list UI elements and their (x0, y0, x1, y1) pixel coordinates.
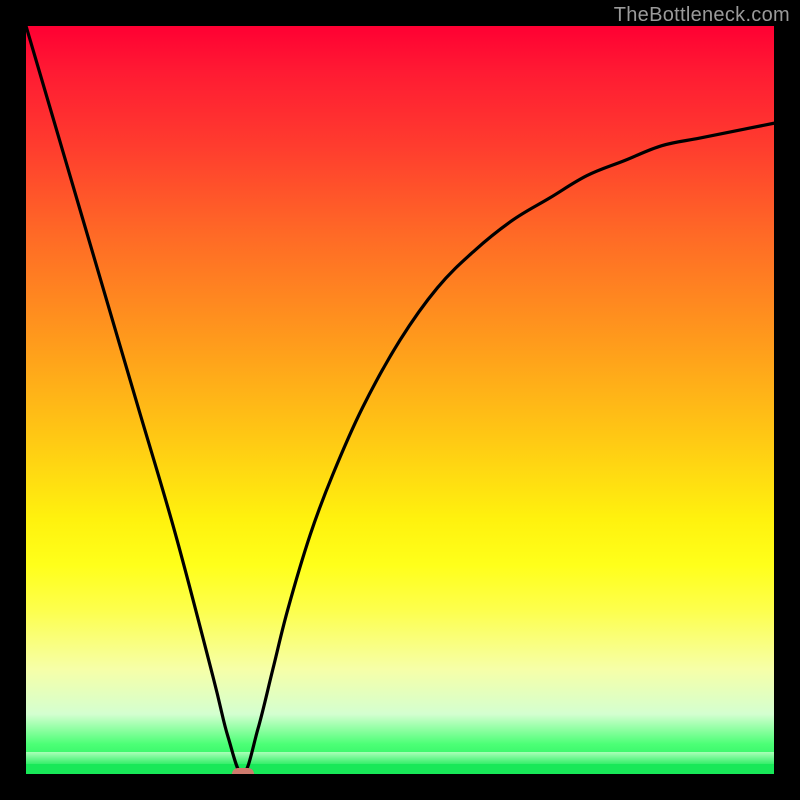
plot-area (26, 26, 774, 774)
bottleneck-curve (26, 26, 774, 774)
optimum-marker (232, 768, 254, 774)
watermark-text: TheBottleneck.com (614, 4, 790, 27)
chart-frame: TheBottleneck.com (0, 0, 800, 800)
